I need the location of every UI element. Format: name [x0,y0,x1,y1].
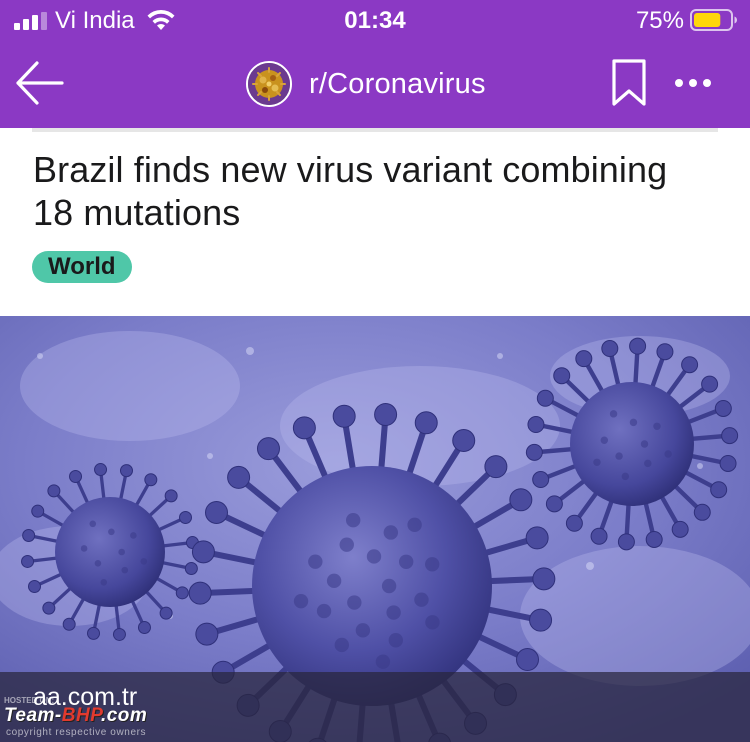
community-link[interactable]: r/Coronavirus [246,60,486,108]
reddit-post-screen: Vi India 01:34 75% r/Coronavirus Brazil … [0,0,750,742]
content-divider [32,128,718,132]
post-title[interactable]: Brazil finds new virus variant combining… [33,148,693,234]
battery-level-fill [694,13,721,27]
bookmark-icon[interactable] [608,58,650,108]
back-arrow-icon[interactable] [10,54,68,112]
community-avatar [246,61,292,107]
battery-percentage: 75% [635,7,684,34]
battery-icon [690,9,737,31]
team-bhp-watermark: HOSTED ON: Team-BHP.com copyright respec… [4,696,204,740]
virus-avatar-icon [248,63,290,105]
community-header: r/Coronavirus [0,42,750,128]
community-name: r/Coronavirus [309,68,486,100]
status-bar: Vi India 01:34 75% [0,0,750,42]
watermark-brand: Team-BHP.com [4,705,148,726]
post-flair[interactable]: World [32,251,132,283]
more-options-icon[interactable] [672,70,714,96]
watermark-copyright: copyright respective owners [6,727,147,738]
